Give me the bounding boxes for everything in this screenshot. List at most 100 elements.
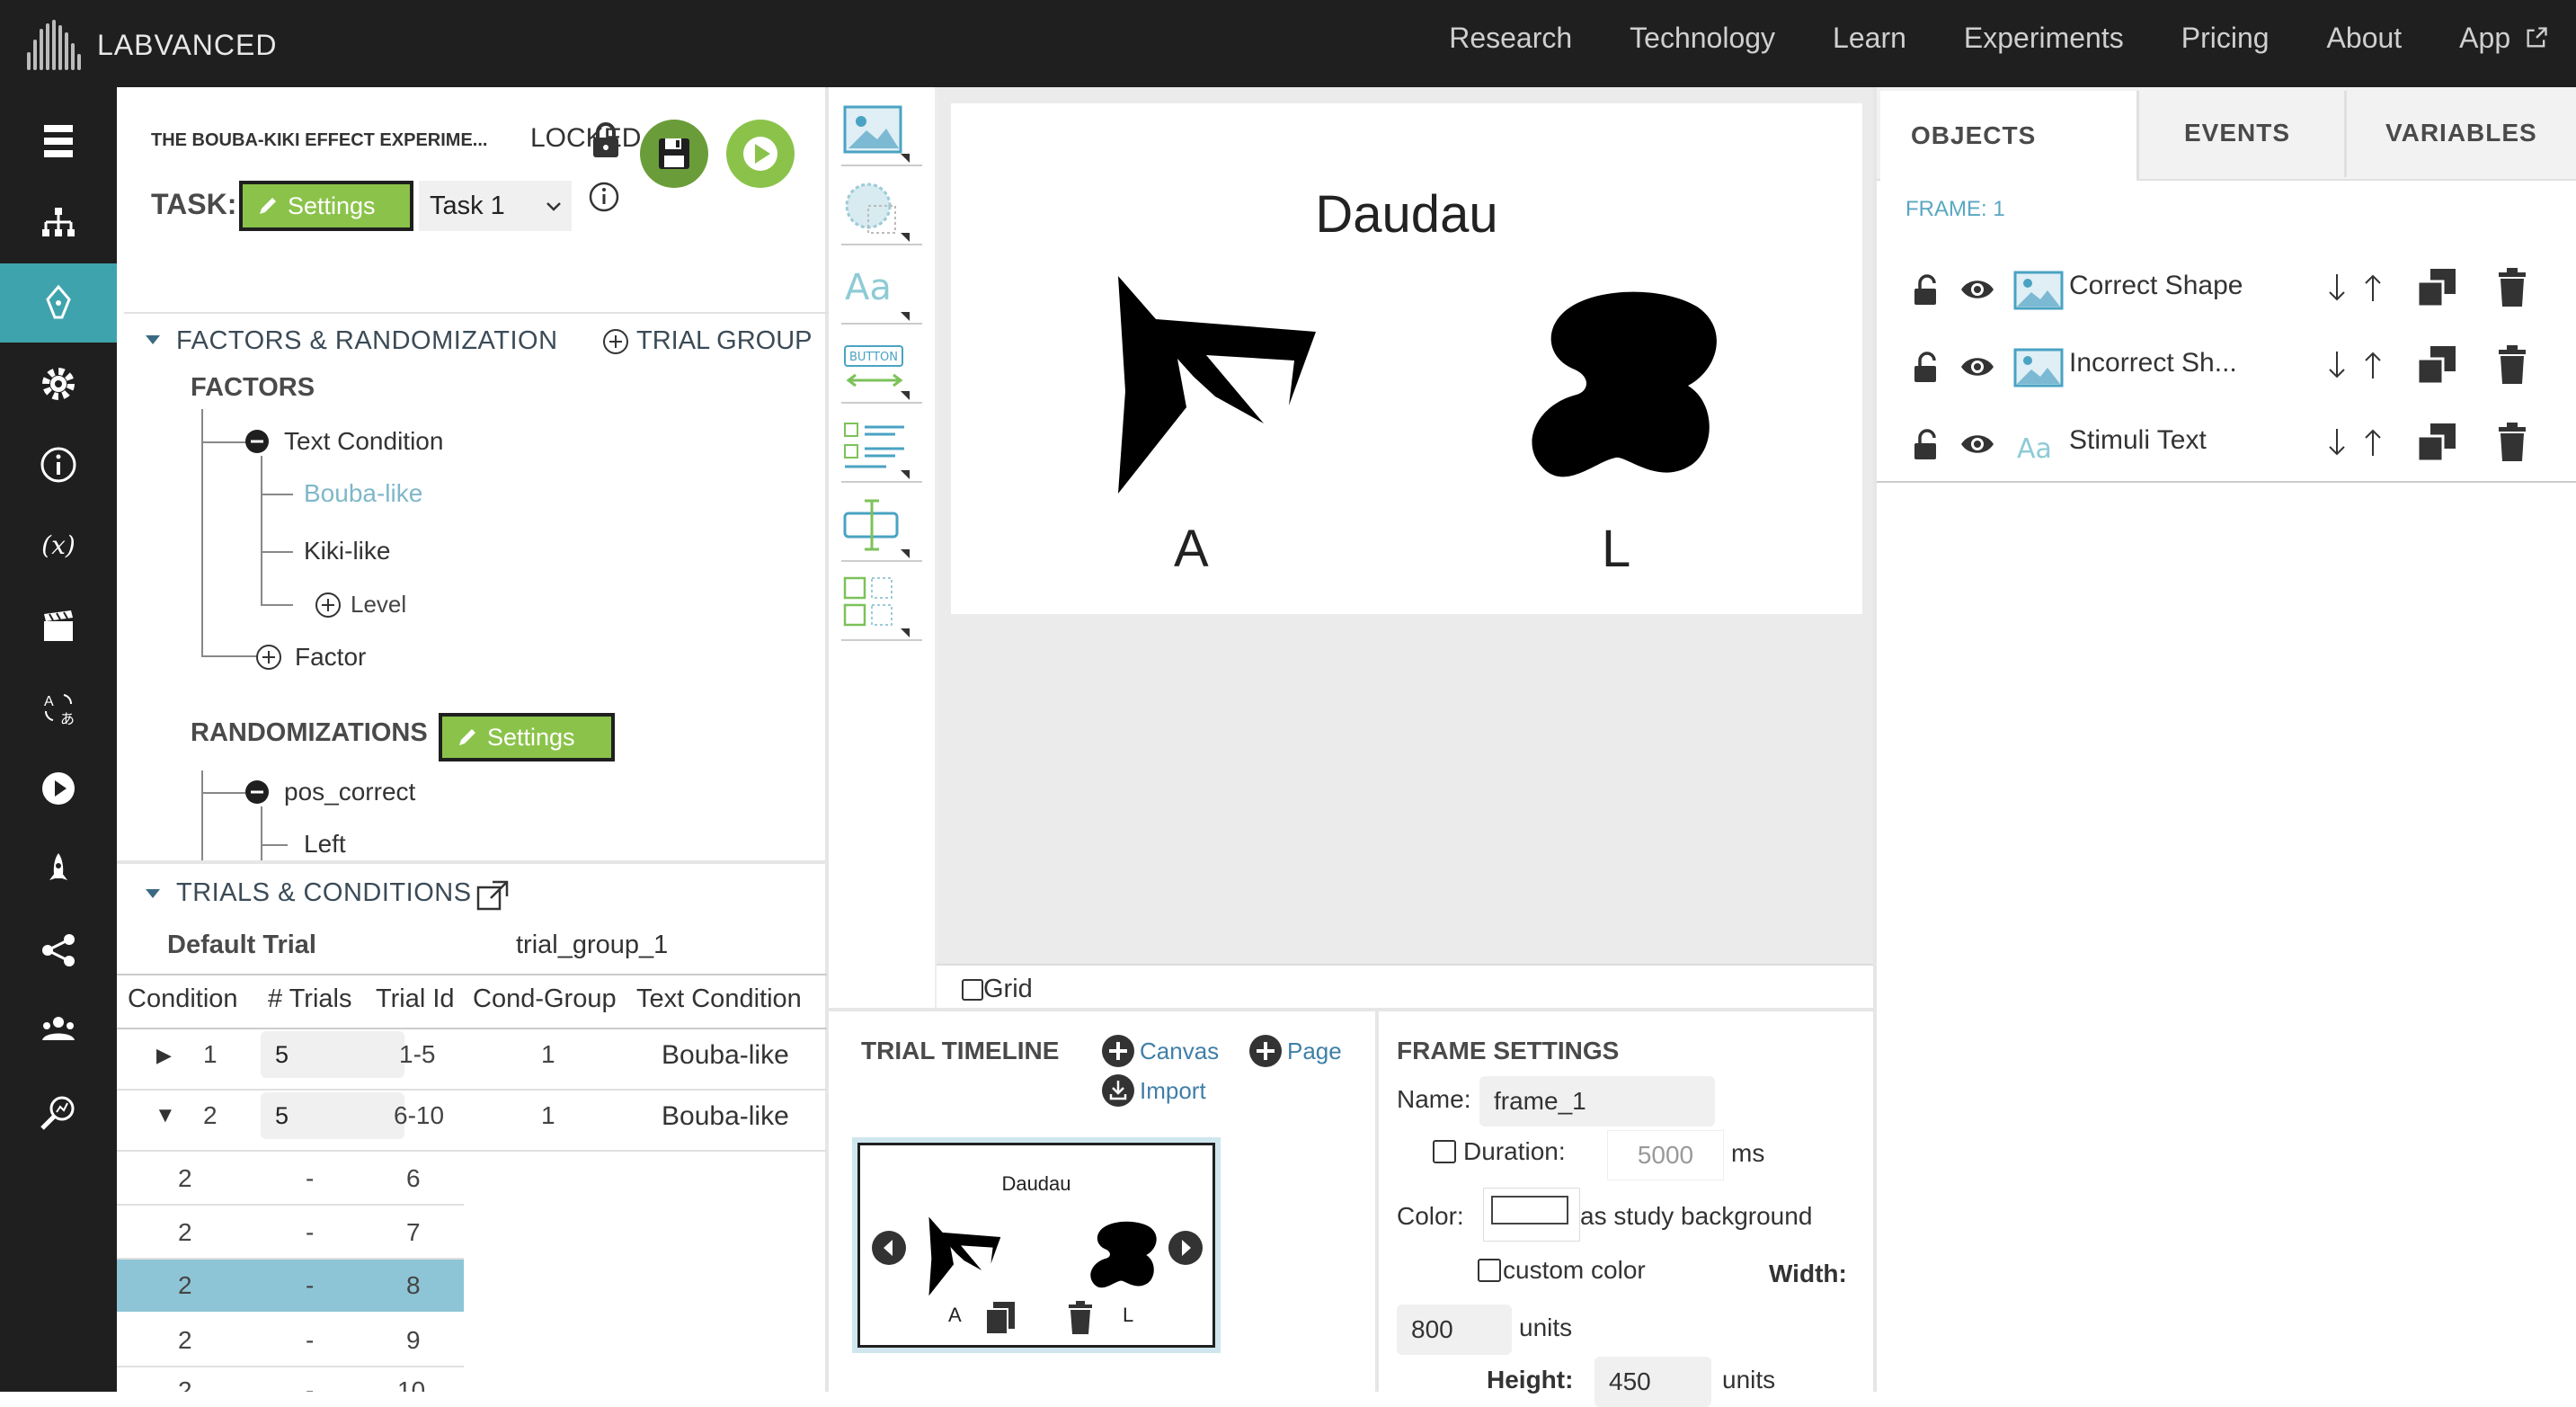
add-factor-button[interactable]: Factor: [255, 643, 366, 672]
col-condition[interactable]: Condition: [128, 984, 238, 1014]
duplicate-icon[interactable]: [2416, 344, 2457, 386]
arrow-up-icon[interactable]: [2362, 427, 2384, 458]
frame-next-arrow-icon[interactable]: [1168, 1230, 1204, 1266]
sidebar-item-media[interactable]: [0, 587, 117, 666]
info-icon[interactable]: [588, 181, 620, 213]
trash-icon[interactable]: [2497, 422, 2527, 463]
add-container-tool[interactable]: [841, 573, 922, 641]
trash-icon[interactable]: [2497, 344, 2527, 386]
sidebar-item-structure[interactable]: [0, 183, 117, 262]
duplicate-icon[interactable]: [2416, 422, 2457, 463]
sidebar-item-info[interactable]: [0, 425, 117, 504]
collapse-triangle-icon[interactable]: [144, 887, 162, 900]
eye-icon[interactable]: [1959, 276, 1995, 303]
delete-frame-trash-icon[interactable]: [1067, 1300, 1094, 1336]
arrow-down-icon[interactable]: [2326, 350, 2348, 380]
nav-learn[interactable]: Learn: [1833, 22, 1906, 55]
factor-name[interactable]: Text Condition: [284, 427, 443, 456]
table-row-selected[interactable]: 2 - 8: [117, 1260, 464, 1312]
stimulus-canvas[interactable]: Daudau A L: [951, 103, 1862, 614]
copy-frame-icon[interactable]: [984, 1300, 1017, 1336]
minus-circle-icon[interactable]: [244, 779, 270, 805]
sidebar-item-run[interactable]: [0, 749, 117, 828]
frame-prev-arrow-icon[interactable]: [871, 1230, 907, 1266]
frame-name-input[interactable]: frame_1: [1479, 1076, 1715, 1126]
stimuli-text[interactable]: Daudau: [1315, 185, 1497, 244]
add-text-tool[interactable]: Aa: [841, 256, 922, 325]
arrow-down-icon[interactable]: [2326, 427, 2348, 458]
unlock-icon[interactable]: [1911, 352, 1943, 384]
frame-thumbnail[interactable]: Daudau A L: [852, 1137, 1221, 1353]
add-trial-group-button[interactable]: TRIAL GROUP: [602, 326, 813, 356]
add-page-frame-button[interactable]: Page: [1248, 1033, 1342, 1069]
row-text-condition[interactable]: Bouba-like: [662, 1101, 789, 1132]
level-bouba-like[interactable]: Bouba-like: [304, 479, 422, 508]
add-level-button[interactable]: Level: [315, 591, 406, 619]
randomizations-settings-button[interactable]: Settings: [439, 713, 615, 761]
trials-section-title[interactable]: TRIALS & CONDITIONS: [176, 878, 472, 908]
object-name[interactable]: Correct Shape: [2069, 271, 2243, 301]
object-row-correct-shape[interactable]: Correct Shape: [1877, 251, 2576, 328]
trash-icon[interactable]: [2497, 267, 2527, 308]
trials-count-input[interactable]: 5: [261, 1031, 404, 1078]
unlock-icon[interactable]: [1911, 429, 1943, 461]
sidebar-item-analysis[interactable]: [0, 1073, 117, 1152]
col-cond-group[interactable]: Cond-Group: [473, 984, 617, 1014]
randomization-sub-item[interactable]: Left: [304, 830, 346, 859]
arrow-down-icon[interactable]: [2326, 272, 2348, 303]
eye-icon[interactable]: [1959, 353, 1995, 380]
randomization-item[interactable]: pos_correct: [284, 778, 415, 806]
object-row-stimuli-text[interactable]: Aa Stimuli Text: [1877, 405, 2576, 483]
sidebar-item-settings[interactable]: [0, 344, 117, 423]
duration-input[interactable]: 5000: [1607, 1130, 1724, 1180]
import-frame-button[interactable]: Import: [1100, 1073, 1206, 1109]
row-collapse-toggle[interactable]: ▼: [155, 1103, 176, 1128]
row-expand-toggle[interactable]: ▶: [156, 1044, 172, 1067]
trials-count-input[interactable]: 5: [261, 1092, 404, 1139]
labvanced-logo[interactable]: LABVANCED: [27, 20, 277, 70]
tab-objects[interactable]: OBJECTS: [1880, 91, 2139, 181]
run-button[interactable]: [726, 120, 795, 188]
level-kiki-like[interactable]: Kiki-like: [304, 537, 390, 565]
unlock-icon[interactable]: [1911, 274, 1943, 307]
add-button-tool[interactable]: BUTTON: [841, 335, 922, 404]
collapse-triangle-icon[interactable]: [144, 334, 162, 346]
add-canvas-frame-button[interactable]: Canvas: [1100, 1033, 1219, 1069]
save-button[interactable]: [640, 120, 708, 188]
add-image-tool[interactable]: [841, 98, 922, 166]
width-input[interactable]: 800: [1397, 1305, 1512, 1355]
duration-checkbox[interactable]: Duration:: [1433, 1137, 1566, 1166]
nav-about[interactable]: About: [2327, 22, 2403, 55]
object-name[interactable]: Incorrect Sh...: [2069, 348, 2237, 378]
add-shape-tool[interactable]: [841, 177, 922, 245]
bouba-rounded-shape-image[interactable]: [1526, 287, 1728, 485]
table-row[interactable]: 2 - 7: [117, 1206, 464, 1260]
col-text-condition[interactable]: Text Condition: [636, 984, 802, 1014]
table-row[interactable]: 2 - 10: [117, 1367, 464, 1392]
table-row[interactable]: 2 - 6: [117, 1152, 464, 1206]
object-name[interactable]: Stimuli Text: [2069, 425, 2207, 456]
task-select[interactable]: Task 1: [419, 181, 572, 231]
nav-experiments[interactable]: Experiments: [1964, 22, 2124, 55]
add-input-tool[interactable]: [841, 494, 922, 562]
sidebar-item-overview[interactable]: [0, 102, 117, 181]
eye-icon[interactable]: [1959, 431, 1995, 458]
sidebar-item-editor[interactable]: [0, 263, 117, 343]
nav-technology[interactable]: Technology: [1630, 22, 1775, 55]
lock-icon[interactable]: [590, 121, 622, 159]
table-row[interactable]: 2 - 9: [117, 1312, 464, 1367]
factors-section-title[interactable]: FACTORS & RANDOMIZATION: [176, 326, 558, 356]
tab-variables[interactable]: VARIABLES: [2348, 91, 2576, 175]
trial-group-name[interactable]: trial_group_1: [516, 931, 668, 960]
grid-checkbox[interactable]: Grid: [962, 975, 1033, 1004]
sidebar-item-variables[interactable]: (x): [0, 506, 117, 585]
sidebar-item-publish[interactable]: [0, 830, 117, 909]
minus-circle-icon[interactable]: [244, 429, 270, 454]
nav-pricing[interactable]: Pricing: [2181, 22, 2270, 55]
add-list-tool[interactable]: [841, 414, 922, 483]
sidebar-item-translations[interactable]: Aあ: [0, 668, 117, 747]
height-input[interactable]: 450: [1594, 1357, 1711, 1407]
tab-events[interactable]: EVENTS: [2143, 91, 2366, 175]
duplicate-icon[interactable]: [2416, 267, 2457, 308]
task-settings-button[interactable]: Settings: [239, 181, 413, 231]
